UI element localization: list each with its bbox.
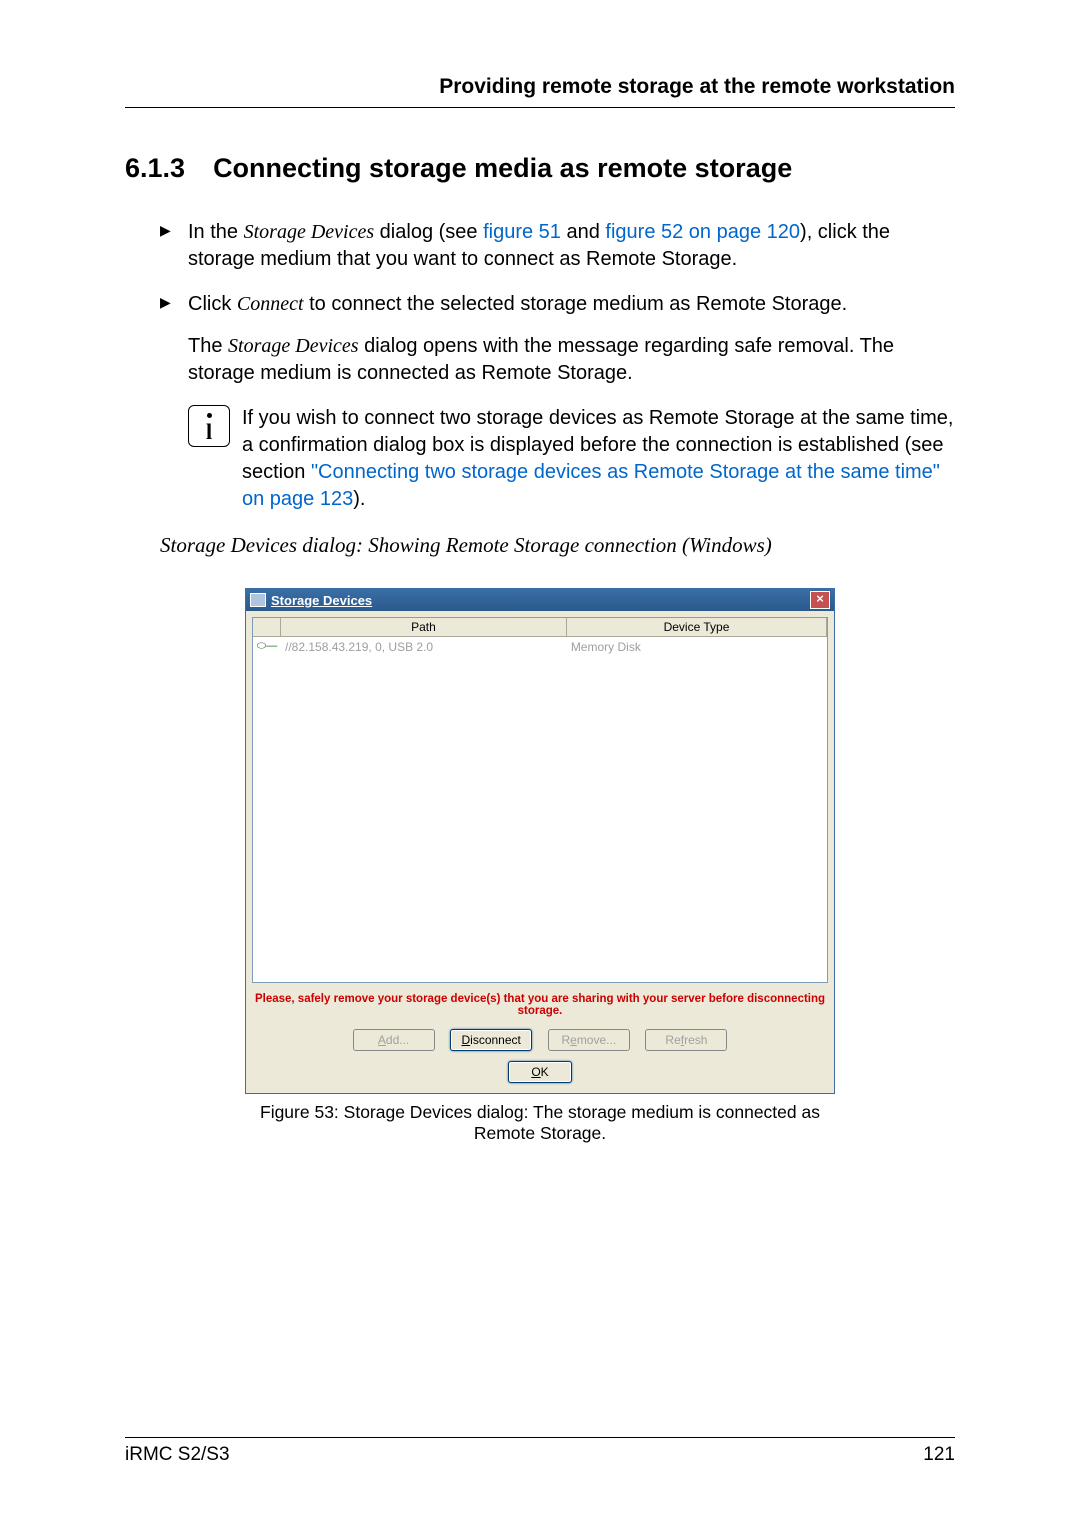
ui-term: Storage Devices	[244, 221, 375, 243]
figure-subtitle: Storage Devices dialog: Showing Remote S…	[160, 533, 955, 558]
storage-devices-dialog: Storage Devices × Path Device Type ⬭— //…	[245, 588, 835, 1094]
dialog-table: Path Device Type ⬭— //82.158.43.219, 0, …	[252, 617, 828, 983]
column-path[interactable]: Path	[281, 618, 567, 636]
link-figure-51[interactable]: figure 51	[483, 221, 561, 243]
note-text: If you wish to connect two storage devic…	[242, 405, 955, 513]
figure-caption: Figure 53: Storage Devices dialog: The s…	[245, 1102, 835, 1144]
page-footer: iRMC S2/S3 121	[125, 1437, 955, 1466]
step-item-1: In the Storage Devices dialog (see figur…	[160, 219, 955, 273]
table-body: ⬭— //82.158.43.219, 0, USB 2.0 Memory Di…	[253, 637, 827, 982]
text-fragment: dialog (see	[374, 221, 483, 243]
connected-icon: ⬭—	[253, 640, 281, 654]
column-device-type[interactable]: Device Type	[567, 618, 827, 636]
text-fragment: The	[188, 335, 228, 357]
cell-path: //82.158.43.219, 0, USB 2.0	[281, 640, 567, 654]
btn-label: K	[541, 1065, 549, 1079]
cell-type: Memory Disk	[567, 640, 827, 654]
step-item-2: Click Connect to connect the selected st…	[160, 291, 955, 387]
step-result: The Storage Devices dialog opens with th…	[188, 333, 955, 387]
info-icon: l	[188, 405, 230, 447]
btn-label: move...	[577, 1033, 616, 1047]
text-fragment: In the	[188, 221, 244, 243]
add-button[interactable]: Add...	[353, 1029, 435, 1051]
dialog-app-icon	[250, 593, 266, 607]
btn-label: R	[561, 1033, 570, 1047]
info-note: l If you wish to connect two storage dev…	[188, 405, 955, 513]
button-row-ok: OK	[246, 1057, 834, 1093]
table-row[interactable]: ⬭— //82.158.43.219, 0, USB 2.0 Memory Di…	[253, 637, 827, 657]
ui-term: Connect	[237, 293, 304, 315]
button-row-main: Add... Disconnect Remove... Refresh	[246, 1023, 834, 1057]
ui-term: Storage Devices	[228, 335, 359, 357]
ok-button[interactable]: OK	[508, 1061, 572, 1083]
disconnect-button[interactable]: Disconnect	[450, 1029, 532, 1051]
warning-message: Please, safely remove your storage devic…	[252, 993, 828, 1017]
table-header: Path Device Type	[253, 618, 827, 637]
btn-label: dd...	[386, 1033, 409, 1047]
section-number: 6.1.3	[125, 153, 185, 184]
link-figure-52[interactable]: figure 52 on page 120	[605, 221, 800, 243]
btn-label: isconnect	[470, 1033, 521, 1047]
footer-left: iRMC S2/S3	[125, 1444, 230, 1466]
btn-label: resh	[684, 1033, 707, 1047]
footer-page-number: 121	[923, 1444, 955, 1466]
dialog-figure: Storage Devices × Path Device Type ⬭— //…	[245, 588, 835, 1144]
close-button[interactable]: ×	[810, 591, 830, 609]
step-list: In the Storage Devices dialog (see figur…	[125, 219, 955, 387]
remove-button[interactable]: Remove...	[548, 1029, 630, 1051]
column-icon	[253, 618, 281, 636]
section-heading: 6.1.3 Connecting storage media as remote …	[125, 153, 955, 184]
link-section-connecting-two[interactable]: "Connecting two storage devices as Remot…	[242, 461, 940, 510]
section-title: Connecting storage media as remote stora…	[213, 153, 792, 183]
btn-label: Re	[665, 1033, 680, 1047]
dialog-titlebar: Storage Devices ×	[246, 589, 834, 611]
text-fragment: and	[561, 221, 605, 243]
dialog-title: Storage Devices	[271, 593, 810, 608]
text-fragment: Click	[188, 293, 237, 315]
text-fragment: to connect the selected storage medium a…	[304, 293, 848, 315]
running-header: Providing remote storage at the remote w…	[125, 75, 955, 108]
refresh-button[interactable]: Refresh	[645, 1029, 727, 1051]
text-fragment: ).	[353, 488, 365, 510]
